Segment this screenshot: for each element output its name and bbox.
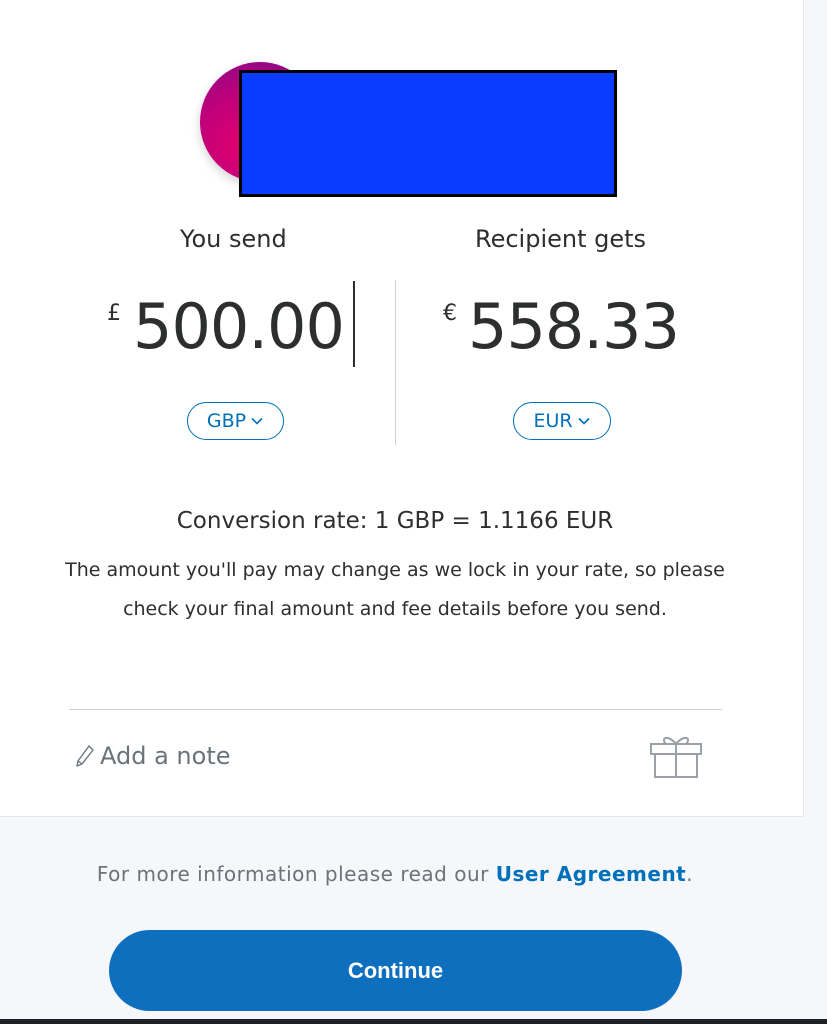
add-note-button[interactable]: Add a note bbox=[74, 742, 231, 770]
chevron-down-icon bbox=[251, 417, 263, 425]
receive-currency-code: EUR bbox=[533, 410, 573, 432]
send-currency-selector[interactable]: GBP bbox=[187, 402, 284, 440]
you-send-label: You send bbox=[180, 225, 287, 253]
amount-divider bbox=[395, 280, 396, 445]
add-note-label: Add a note bbox=[100, 742, 231, 770]
redacted-recipient-name bbox=[239, 70, 617, 197]
note-divider bbox=[69, 709, 722, 710]
receive-currency-symbol: € bbox=[443, 301, 457, 326]
send-currency-symbol: £ bbox=[107, 301, 121, 326]
text-caret bbox=[353, 281, 355, 367]
page: You send Recipient gets £ 500.00 € 558.3… bbox=[0, 0, 827, 1024]
continue-button[interactable]: Continue bbox=[109, 930, 682, 1011]
recipient-gets-label: Recipient gets bbox=[475, 225, 647, 253]
receive-amount-input[interactable]: 558.33 bbox=[468, 296, 680, 358]
rate-disclaimer: The amount you'll pay may change as we l… bbox=[60, 551, 730, 629]
user-agreement-notice: For more information please read our Use… bbox=[0, 862, 790, 886]
send-money-card: You send Recipient gets £ 500.00 € 558.3… bbox=[0, 0, 804, 817]
send-currency-code: GBP bbox=[206, 410, 247, 432]
pencil-icon bbox=[76, 745, 94, 767]
conversion-rate: Conversion rate: 1 GBP = 1.1166 EUR bbox=[176, 508, 614, 534]
gift-icon[interactable] bbox=[646, 730, 706, 780]
receive-currency-selector[interactable]: EUR bbox=[513, 402, 611, 440]
bottom-edge-bar bbox=[0, 1019, 827, 1024]
disclaimer-line-1: The amount you'll pay may change as we l… bbox=[65, 559, 725, 581]
send-amount-input[interactable]: 500.00 bbox=[133, 296, 345, 358]
page-gutter bbox=[804, 0, 827, 816]
footer-info-prefix: For more information please read our bbox=[96, 862, 496, 886]
chevron-down-icon bbox=[577, 417, 590, 425]
user-agreement-link[interactable]: User Agreement bbox=[496, 862, 687, 886]
footer-info-suffix: . bbox=[686, 862, 694, 886]
disclaimer-line-2: check your final amount and fee details … bbox=[123, 598, 667, 620]
